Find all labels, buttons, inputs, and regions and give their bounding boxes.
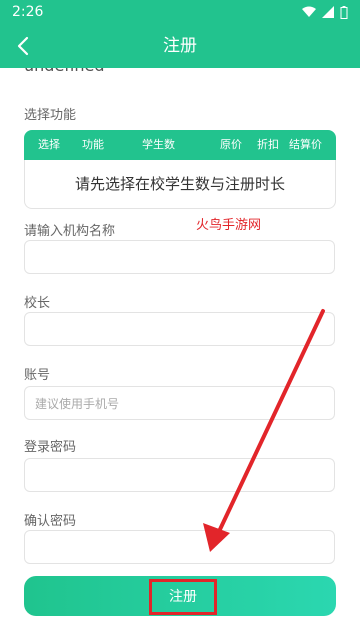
password-input[interactable]: [24, 458, 335, 492]
account-input[interactable]: 建议使用手机号: [24, 386, 335, 420]
back-arrow-icon[interactable]: [10, 32, 38, 60]
column-header-original-price: 原价: [220, 138, 242, 151]
principal-label: 校长: [24, 296, 51, 311]
register-button-label: 注册: [149, 579, 217, 615]
status-bar: 2:26: [0, 0, 360, 24]
password-label: 登录密码: [24, 440, 77, 455]
principal-input[interactable]: [24, 312, 335, 346]
register-form: undefined 选择功能 选择 功能 学生数 原价 折扣 结算价 请先选择在…: [0, 68, 360, 640]
signal-icon: [322, 6, 334, 18]
select-function-label: 选择功能: [24, 108, 77, 123]
org-name-input[interactable]: [24, 240, 335, 274]
column-header-students: 学生数: [142, 138, 175, 151]
function-table-empty-message: 请先选择在校学生数与注册时长: [24, 160, 336, 209]
column-header-discount: 折扣: [257, 138, 279, 151]
status-icons: [302, 5, 348, 19]
app-bar: 注册: [0, 24, 360, 68]
wifi-icon: [302, 6, 316, 17]
page-title: 注册: [163, 36, 197, 56]
column-header-select: 选择: [38, 138, 60, 151]
status-time: 2:26: [12, 4, 44, 20]
column-header-function: 功能: [82, 138, 104, 151]
org-name-label: 请输入机构名称: [24, 224, 116, 239]
battery-icon: [340, 5, 348, 19]
confirm-password-input[interactable]: [24, 530, 335, 564]
function-table-header: 选择 功能 学生数 原价 折扣 结算价: [24, 130, 336, 160]
account-placeholder: 建议使用手机号: [35, 397, 120, 411]
register-button[interactable]: 注册: [24, 576, 336, 616]
confirm-password-label: 确认密码: [24, 514, 77, 529]
clipped-undefined-text: undefined: [24, 68, 105, 75]
account-label: 账号: [24, 368, 51, 383]
column-header-final-price: 结算价: [289, 138, 322, 151]
watermark-text: 火鸟手游网: [196, 218, 262, 233]
